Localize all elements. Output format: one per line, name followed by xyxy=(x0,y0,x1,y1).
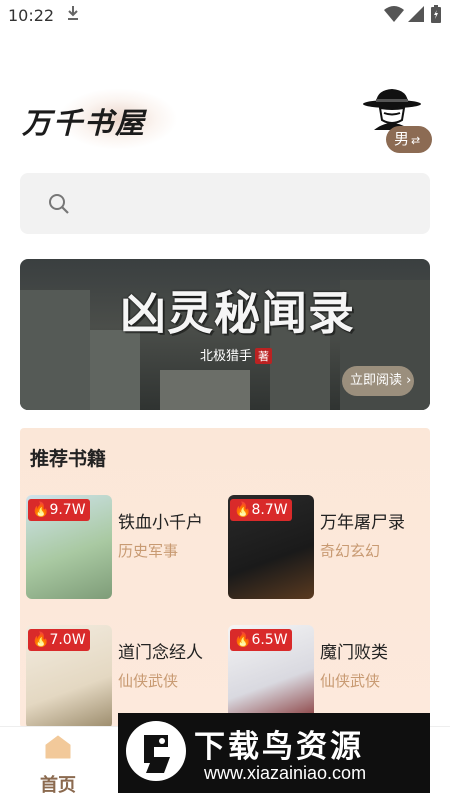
hot-badge: 🔥7.0W xyxy=(28,629,90,651)
banner-title: 凶灵秘闻录 xyxy=(120,286,355,340)
status-time: 10:22 xyxy=(8,6,55,25)
home-icon xyxy=(45,735,71,759)
status-bar: 10:22 xyxy=(0,0,450,32)
signal-icon xyxy=(408,6,424,26)
watermark-name: 下载鸟资源 xyxy=(194,729,364,765)
banner-author-name: 北极猎手 xyxy=(200,349,253,364)
download-icon xyxy=(66,5,80,25)
book-item[interactable]: 🔥8.7W 万年屠尸录 奇幻玄幻 xyxy=(228,495,428,605)
recommended-section: 推荐书籍 🔥9.7W 铁血小千户 历史军事 🔥8.7W 万年屠尸录 奇幻玄幻 🔥… xyxy=(20,428,430,729)
watermark-url: www.xiazainiao.com xyxy=(204,763,367,783)
hot-badge: 🔥8.7W xyxy=(230,499,292,521)
book-title: 铁血小千户 xyxy=(118,513,203,533)
book-title: 道门念经人 xyxy=(118,643,203,663)
book-genre: 仙侠武侠 xyxy=(320,672,381,690)
book-genre: 仙侠武侠 xyxy=(118,672,179,690)
hot-count: 7.0W xyxy=(49,632,86,648)
search-input[interactable] xyxy=(82,187,412,221)
swap-icon: ⇄ xyxy=(411,134,421,147)
hot-count: 6.5W xyxy=(251,632,288,648)
banner-building xyxy=(20,290,90,410)
nav-home-label: 首页 xyxy=(40,775,76,796)
featured-banner[interactable]: 凶灵秘闻录 北极猎手著 立即阅读 › xyxy=(20,259,430,410)
gender-label: 男 xyxy=(394,130,410,148)
hot-count: 9.7W xyxy=(49,502,86,518)
book-title: 魔门败类 xyxy=(320,643,388,663)
banner-author: 北极猎手著 xyxy=(200,345,273,364)
book-genre: 奇幻玄幻 xyxy=(320,542,381,560)
hot-badge: 🔥9.7W xyxy=(28,499,90,521)
search-icon xyxy=(48,193,70,219)
book-genre: 历史军事 xyxy=(118,542,179,560)
banner-building xyxy=(160,370,250,410)
hot-count: 8.7W xyxy=(251,502,288,518)
read-now-button[interactable]: 立即阅读 › xyxy=(342,366,414,396)
watermark: 下载鸟资源 www.xiazainiao.com xyxy=(118,713,430,793)
book-title: 万年屠尸录 xyxy=(320,513,405,533)
hat-man-icon xyxy=(363,89,421,130)
battery-icon xyxy=(431,5,441,27)
book-item[interactable]: 🔥9.7W 铁血小千户 历史军事 xyxy=(26,495,226,605)
app-logo: 万千书屋 xyxy=(18,88,198,150)
bird-logo-icon xyxy=(126,721,186,781)
nav-item-home[interactable]: 首页 xyxy=(30,735,86,797)
logo-text: 万千书屋 xyxy=(22,106,147,140)
wifi-icon xyxy=(384,6,404,26)
section-heading: 推荐书籍 xyxy=(30,448,107,470)
gender-switch-button[interactable]: 男 ⇄ xyxy=(386,126,432,153)
banner-author-tag: 著 xyxy=(255,348,273,364)
hot-badge: 🔥6.5W xyxy=(230,629,292,651)
search-bar[interactable] xyxy=(20,173,430,234)
